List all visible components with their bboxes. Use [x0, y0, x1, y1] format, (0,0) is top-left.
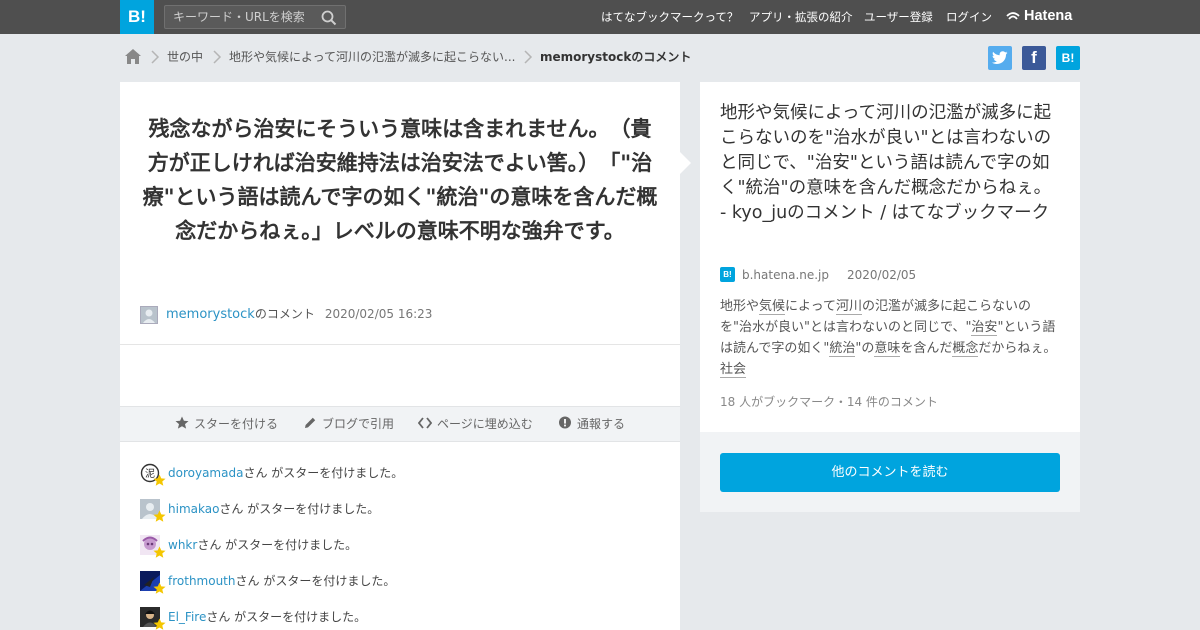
entry-stats: 18 人がブックマーク・14 件のコメント — [720, 395, 938, 409]
star-icon — [153, 474, 166, 486]
card-pointer — [680, 152, 691, 174]
avatar[interactable] — [140, 306, 158, 324]
breadcrumb-current: memorystockのコメント — [540, 50, 692, 64]
blog-quote-button[interactable]: ブログで引用 — [303, 407, 394, 441]
keyword-link[interactable]: 河川 — [836, 299, 863, 315]
star-text: El_Fireさん がスターを付けました。 — [168, 609, 366, 625]
star-text: frothmouthさん がスターを付けました。 — [168, 573, 395, 589]
hatena-bookmark-logo[interactable]: B! — [120, 0, 154, 34]
add-star-label: スターを付ける — [194, 417, 279, 431]
action-bar: スターを付ける ブログで引用 ページに埋め込む 通報する — [120, 406, 680, 442]
comment-meta: memorystockのコメント 2020/02/05 16:23 — [166, 305, 432, 324]
search-input[interactable] — [173, 6, 313, 28]
entry-domain: b.hatena.ne.jp — [742, 268, 830, 282]
entry-description: 地形や気候によって河川の氾濫が滅多に起こらないのを"治水が良い"とは言わないのと… — [720, 296, 1058, 380]
hatena-share-button[interactable]: B! — [1056, 46, 1080, 70]
add-star-button[interactable]: スターを付ける — [175, 407, 278, 441]
comment-date: 2020/02/05 16:23 — [324, 307, 433, 321]
hatena-brand-link[interactable]: Hatena — [1006, 0, 1072, 34]
star-icon — [153, 546, 166, 558]
chevron-right-icon — [213, 50, 222, 64]
entry-source: b.hatena.ne.jp 2020/02/05 — [742, 267, 916, 283]
home-icon[interactable] — [124, 48, 142, 65]
star-icon — [175, 416, 189, 429]
star-username[interactable]: doroyamada — [168, 466, 243, 480]
keyword-link[interactable]: 治安 — [971, 320, 998, 336]
star-suffix: さん がスターを付けました。 — [235, 574, 396, 588]
user-silhouette-icon — [143, 309, 155, 323]
desc-text: だからねぇ。 — [978, 341, 1057, 356]
chevron-right-icon — [151, 50, 160, 64]
comment-user-suffix: のコメント — [254, 307, 315, 321]
desc-text: 地形や — [720, 299, 760, 314]
star-text: himakaoさん がスターを付けました。 — [168, 501, 379, 517]
nav-register[interactable]: ユーザー登録 — [864, 0, 933, 34]
breadcrumb-category[interactable]: 世の中 — [167, 48, 203, 66]
comment-username[interactable]: memorystock — [166, 307, 255, 322]
breadcrumb-entry[interactable]: 地形や気候によって河川の氾濫が滅多に起こらない... — [229, 48, 516, 66]
keyword-link[interactable]: 統治 — [829, 341, 856, 357]
star-icon — [153, 510, 166, 522]
divider — [120, 344, 680, 345]
star-username[interactable]: El_Fire — [168, 610, 206, 624]
pencil-icon — [305, 417, 316, 428]
comment-body: 残念ながら治安にそういう意味は含まれません。 （貴方が正しければ治安維持法は治安… — [142, 117, 658, 243]
alert-bubble-icon — [559, 416, 571, 429]
search-icon[interactable] — [321, 10, 337, 26]
embed-label: ページに埋め込む — [437, 417, 533, 431]
star-username[interactable]: frothmouth — [168, 574, 236, 588]
embed-button[interactable]: ページに埋め込む — [418, 407, 533, 441]
facebook-share-button[interactable]: f — [1022, 46, 1046, 70]
entry-title[interactable]: 地形や気候によって河川の氾濫が滅多に起こらないのを"治水が良い"とは言わないのと… — [720, 101, 1062, 226]
blog-quote-label: ブログで引用 — [322, 417, 395, 431]
hatena-bookmark-icon: B! — [720, 267, 735, 282]
hatena-logo-icon — [1006, 12, 1020, 20]
star-suffix: さん がスターを付けました。 — [219, 502, 380, 516]
nav-login[interactable]: ログイン — [946, 0, 992, 34]
nav-apps[interactable]: アプリ・拡張の紹介 — [749, 0, 853, 34]
read-more-comments-button[interactable]: 他のコメントを読む — [720, 453, 1060, 492]
nav-about[interactable]: はてなブックマークって？ — [601, 0, 738, 34]
report-button[interactable]: 通報する — [558, 407, 625, 441]
desc-text: によって — [785, 299, 836, 314]
hatena-brand-label: Hatena — [1024, 8, 1073, 24]
twitter-icon — [992, 51, 1008, 64]
desc-text: "の — [855, 341, 875, 356]
star-icon — [153, 618, 166, 630]
star-username[interactable]: himakao — [168, 502, 219, 516]
star-username[interactable]: whkr — [168, 538, 197, 552]
entry-date: 2020/02/05 — [847, 268, 917, 282]
star-suffix: さん がスターを付けました。 — [243, 466, 404, 480]
keyword-link[interactable]: 気候 — [759, 299, 786, 315]
chevron-right-icon — [524, 50, 533, 64]
desc-text: を含んだ — [900, 341, 953, 356]
report-label: 通報する — [577, 417, 626, 431]
twitter-share-button[interactable] — [988, 46, 1012, 70]
star-text: doroyamadaさん がスターを付けました。 — [168, 465, 403, 481]
star-text: whkrさん がスターを付けました。 — [168, 537, 357, 553]
category-tag-link[interactable]: 社会 — [720, 362, 747, 378]
keyword-link[interactable]: 意味 — [874, 341, 901, 357]
keyword-link[interactable]: 概念 — [952, 341, 979, 357]
star-suffix: さん がスターを付けました。 — [197, 538, 358, 552]
star-suffix: さん がスターを付けました。 — [206, 610, 367, 624]
star-icon — [153, 582, 166, 594]
code-icon — [418, 417, 432, 429]
search-box — [164, 5, 346, 29]
